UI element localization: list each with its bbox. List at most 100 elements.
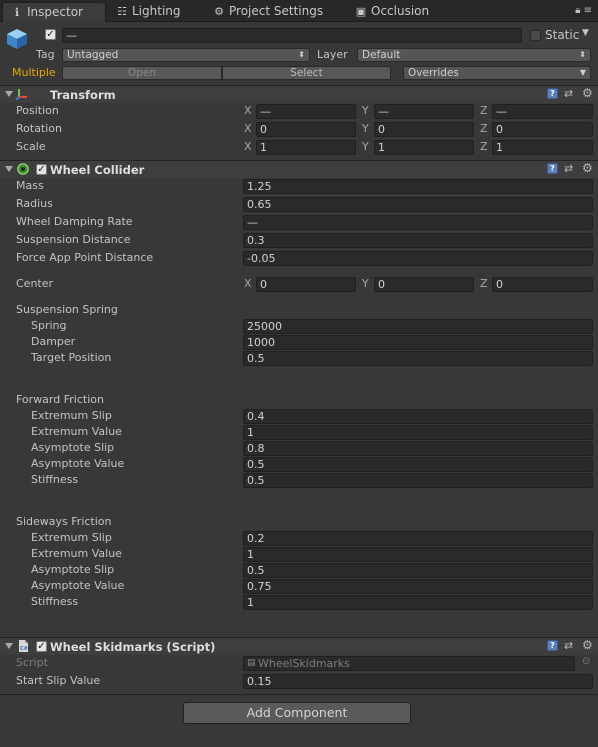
- spring-input[interactable]: 25000: [243, 319, 593, 334]
- z-axis-label: Z: [480, 104, 488, 117]
- tab-inspector[interactable]: ℹ Inspector: [2, 2, 106, 22]
- position-y-input[interactable]: —: [374, 104, 474, 119]
- forward-asymptote-slip-input[interactable]: 0.8: [243, 441, 593, 456]
- z-axis-label: Z: [480, 140, 488, 153]
- center-x-input[interactable]: 0: [256, 277, 356, 292]
- layer-dropdown[interactable]: Default ⬍: [357, 48, 591, 62]
- tab-occlusion[interactable]: ▣ Occlusion: [347, 2, 457, 22]
- center-label: Center: [16, 277, 54, 290]
- add-component-button[interactable]: Add Component: [183, 702, 411, 724]
- forward-asymptote-slip-label: Asymptote Slip: [31, 441, 115, 454]
- scale-x-input[interactable]: 1: [256, 140, 356, 155]
- gear-icon[interactable]: ⚙: [582, 87, 593, 99]
- overrides-dropdown[interactable]: Overrides ▼: [403, 66, 591, 80]
- wheel-collider-icon: [17, 163, 29, 175]
- start-slip-value-input[interactable]: 0.15: [243, 674, 593, 689]
- gear-icon: ⚙: [214, 5, 224, 18]
- rotation-y-input[interactable]: 0: [374, 122, 474, 137]
- fold-arrow-icon[interactable]: [5, 643, 13, 649]
- gear-icon[interactable]: ⚙: [582, 639, 593, 651]
- rotation-x-input[interactable]: 0: [256, 122, 356, 137]
- sideways-extremum-slip-input[interactable]: 0.2: [243, 531, 593, 546]
- scale-y-input[interactable]: 1: [374, 140, 474, 155]
- x-axis-label: X: [244, 122, 252, 135]
- target-position-label: Target Position: [31, 351, 112, 364]
- target-position-input[interactable]: 0.5: [243, 351, 593, 366]
- x-axis-label: X: [244, 104, 252, 117]
- rotation-label: Rotation: [16, 122, 63, 135]
- svg-text:C#: C#: [20, 646, 28, 652]
- position-z-input[interactable]: —: [492, 104, 593, 119]
- script-file-icon: C#: [19, 640, 28, 652]
- gameobject-cube-icon: [7, 29, 27, 49]
- tab-lighting[interactable]: ☷ Lighting: [108, 2, 203, 22]
- forward-extremum-slip-input[interactable]: 0.4: [243, 409, 593, 424]
- object-picker-icon: ⊙: [582, 656, 591, 667]
- help-icon[interactable]: ?: [547, 640, 558, 651]
- static-dropdown-arrow-icon[interactable]: ▼: [582, 28, 589, 38]
- forward-extremum-value-input[interactable]: 1: [243, 425, 593, 440]
- tab-bar: ℹ Inspector ☷ Lighting ⚙ Project Settings ▣…: [0, 0, 598, 22]
- forward-extremum-slip-label: Extremum Slip: [31, 409, 112, 422]
- fold-arrow-icon[interactable]: [5, 91, 13, 97]
- radius-input[interactable]: 0.65: [243, 197, 593, 212]
- fold-arrow-icon[interactable]: [5, 166, 13, 172]
- scale-z-input[interactable]: 1: [492, 140, 593, 155]
- center-y-input[interactable]: 0: [374, 277, 474, 292]
- active-checkbox[interactable]: ✓: [45, 29, 56, 40]
- center-z-input[interactable]: 0: [492, 277, 593, 292]
- position-x-input[interactable]: —: [256, 104, 356, 119]
- script-label: Script: [16, 656, 48, 669]
- preset-icon[interactable]: ⇄: [564, 640, 573, 652]
- occlusion-icon: ▣: [355, 5, 367, 18]
- wheel-skidmarks-enabled-checkbox[interactable]: ✓: [36, 641, 47, 652]
- sideways-stiffness-input[interactable]: 1: [243, 595, 593, 610]
- forward-extremum-value-label: Extremum Value: [31, 425, 122, 438]
- mass-input[interactable]: 1.25: [243, 179, 593, 194]
- force-app-point-distance-label: Force App Point Distance: [16, 251, 154, 264]
- tab-project-settings[interactable]: ⚙ Project Settings: [205, 2, 345, 22]
- forward-friction-section-label: Forward Friction: [16, 393, 104, 406]
- transform-title: Transform: [50, 88, 116, 102]
- z-axis-label: Z: [480, 277, 488, 290]
- y-axis-label: Y: [362, 104, 369, 117]
- sideways-extremum-slip-label: Extremum Slip: [31, 531, 112, 544]
- wheel-collider-enabled-checkbox[interactable]: ✓: [36, 164, 47, 175]
- suspension-spring-section-label: Suspension Spring: [16, 303, 118, 316]
- help-icon[interactable]: ?: [547, 88, 558, 99]
- name-input[interactable]: —: [62, 28, 522, 43]
- gear-icon[interactable]: ⚙: [582, 162, 593, 174]
- suspension-distance-input[interactable]: 0.3: [243, 233, 593, 248]
- static-checkbox[interactable]: [530, 30, 541, 41]
- wheel-collider-title: Wheel Collider: [50, 163, 145, 177]
- tag-label: Tag: [36, 48, 55, 61]
- lock-menu-icon[interactable]: 🔒︎ ≡: [575, 5, 592, 16]
- tag-dropdown[interactable]: Untagged ⬍: [62, 48, 310, 62]
- script-asset-icon: ▤: [247, 658, 256, 668]
- forward-stiffness-input[interactable]: 0.5: [243, 473, 593, 488]
- transform-axes-icon: [16, 89, 27, 100]
- sideways-extremum-value-label: Extremum Value: [31, 547, 122, 560]
- spring-label: Spring: [31, 319, 67, 332]
- select-button[interactable]: Select: [222, 66, 391, 80]
- radius-label: Radius: [16, 197, 53, 210]
- force-app-point-distance-input[interactable]: -0.05: [243, 251, 593, 266]
- help-icon[interactable]: ?: [547, 163, 558, 174]
- y-axis-label: Y: [362, 277, 369, 290]
- rotation-z-input[interactable]: 0: [492, 122, 593, 137]
- sideways-asymptote-value-input[interactable]: 0.75: [243, 579, 593, 594]
- damper-input[interactable]: 1000: [243, 335, 593, 350]
- static-label: Static: [545, 28, 580, 42]
- x-axis-label: X: [244, 277, 252, 290]
- sideways-extremum-value-input[interactable]: 1: [243, 547, 593, 562]
- sideways-asymptote-slip-input[interactable]: 0.5: [243, 563, 593, 578]
- dropdown-arrow-icon: ⬍: [298, 50, 305, 59]
- wheel-damping-rate-input[interactable]: —: [243, 215, 593, 230]
- suspension-distance-label: Suspension Distance: [16, 233, 131, 246]
- info-icon: ℹ: [14, 6, 20, 19]
- forward-asymptote-value-input[interactable]: 0.5: [243, 457, 593, 472]
- start-slip-value-label: Start Slip Value: [16, 674, 101, 687]
- open-button[interactable]: Open: [62, 66, 222, 80]
- preset-icon[interactable]: ⇄: [564, 88, 573, 100]
- preset-icon[interactable]: ⇄: [564, 163, 573, 175]
